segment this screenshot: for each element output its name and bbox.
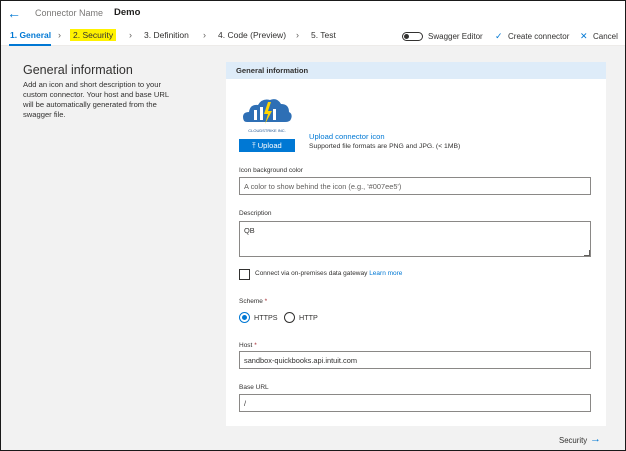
upload-format-hint: Supported file formats are PNG and JPG. …: [309, 143, 461, 150]
tab-general[interactable]: 1. General: [10, 29, 51, 41]
tab-code-preview[interactable]: 4. Code (Preview): [218, 29, 286, 41]
upload-button[interactable]: ⤒ Upload: [239, 139, 295, 152]
page-description: Add an icon and short description to you…: [23, 80, 169, 119]
tab-security[interactable]: 2. Security: [70, 29, 117, 41]
connector-name-label: Connector Name: [35, 8, 104, 18]
gateway-checkbox[interactable]: [239, 269, 250, 280]
chevron-right-icon: ›: [296, 30, 299, 40]
description-label: Description: [239, 210, 272, 217]
icon-background-input[interactable]: [239, 177, 591, 195]
scheme-label-text: Scheme: [239, 298, 263, 305]
gateway-checkbox-label: Connect via on-premises data gateway Lea…: [255, 270, 402, 277]
resize-grip-icon[interactable]: [584, 250, 590, 256]
description-textarea[interactable]: [239, 221, 591, 257]
arrow-right-icon[interactable]: →: [590, 433, 601, 445]
panel-header: General information: [226, 62, 606, 79]
toggle-knob: [404, 34, 409, 39]
host-label-text: Host: [239, 342, 253, 349]
scheme-radio-http[interactable]: [284, 312, 295, 323]
chevron-right-icon: ›: [129, 30, 132, 40]
logo-text: CLOUDSTRIKE INC.: [248, 128, 286, 133]
connector-logo: CLOUDSTRIKE INC.: [239, 88, 295, 138]
close-icon: ✕: [580, 31, 588, 41]
tab-definition[interactable]: 3. Definition: [144, 29, 189, 41]
required-marker: *: [264, 298, 268, 305]
next-step-security-link[interactable]: Security: [559, 436, 587, 445]
swagger-editor-toggle[interactable]: [402, 32, 423, 41]
scheme-radio-https[interactable]: [239, 312, 250, 323]
chevron-right-icon: ›: [58, 30, 61, 40]
checkmark-icon: ✓: [495, 31, 503, 41]
upload-connector-icon-link[interactable]: Upload connector icon: [309, 132, 385, 141]
host-input[interactable]: [239, 351, 591, 369]
learn-more-link[interactable]: Learn more: [369, 270, 402, 277]
back-arrow-icon[interactable]: ←: [7, 5, 23, 21]
base-url-input[interactable]: [239, 394, 591, 412]
cancel-button[interactable]: Cancel: [593, 31, 618, 42]
radio-selected-dot: [242, 315, 247, 320]
base-url-label: Base URL: [239, 384, 269, 391]
chevron-right-icon: ›: [203, 30, 206, 40]
active-tab-indicator: [9, 44, 51, 46]
top-bar: ← Connector Name Demo: [1, 1, 625, 25]
icon-background-label: Icon background color: [239, 167, 303, 174]
connector-editor-window: ← Connector Name Demo 1. General › 2. Se…: [0, 0, 626, 451]
scheme-https-label[interactable]: HTTPS: [254, 313, 278, 322]
swagger-editor-label[interactable]: Swagger Editor: [428, 31, 483, 42]
scheme-label: Scheme *: [239, 298, 267, 305]
general-info-panel: General information CLOUDSTRIKE INC. ⤒ U…: [226, 62, 606, 426]
create-connector-button[interactable]: Create connector: [508, 31, 569, 42]
upload-icon: ⤒: [252, 141, 256, 150]
page-title: General information: [23, 63, 133, 77]
host-label: Host *: [239, 342, 257, 349]
required-marker: *: [254, 342, 257, 349]
scheme-http-label[interactable]: HTTP: [299, 313, 318, 322]
connector-name-value[interactable]: Demo: [114, 7, 140, 18]
gateway-label-text: Connect via on-premises data gateway: [255, 270, 368, 277]
upload-button-label: Upload: [257, 141, 282, 150]
wizard-tabs: 1. General › 2. Security › 3. Definition…: [1, 25, 625, 46]
tab-test[interactable]: 5. Test: [311, 29, 336, 41]
